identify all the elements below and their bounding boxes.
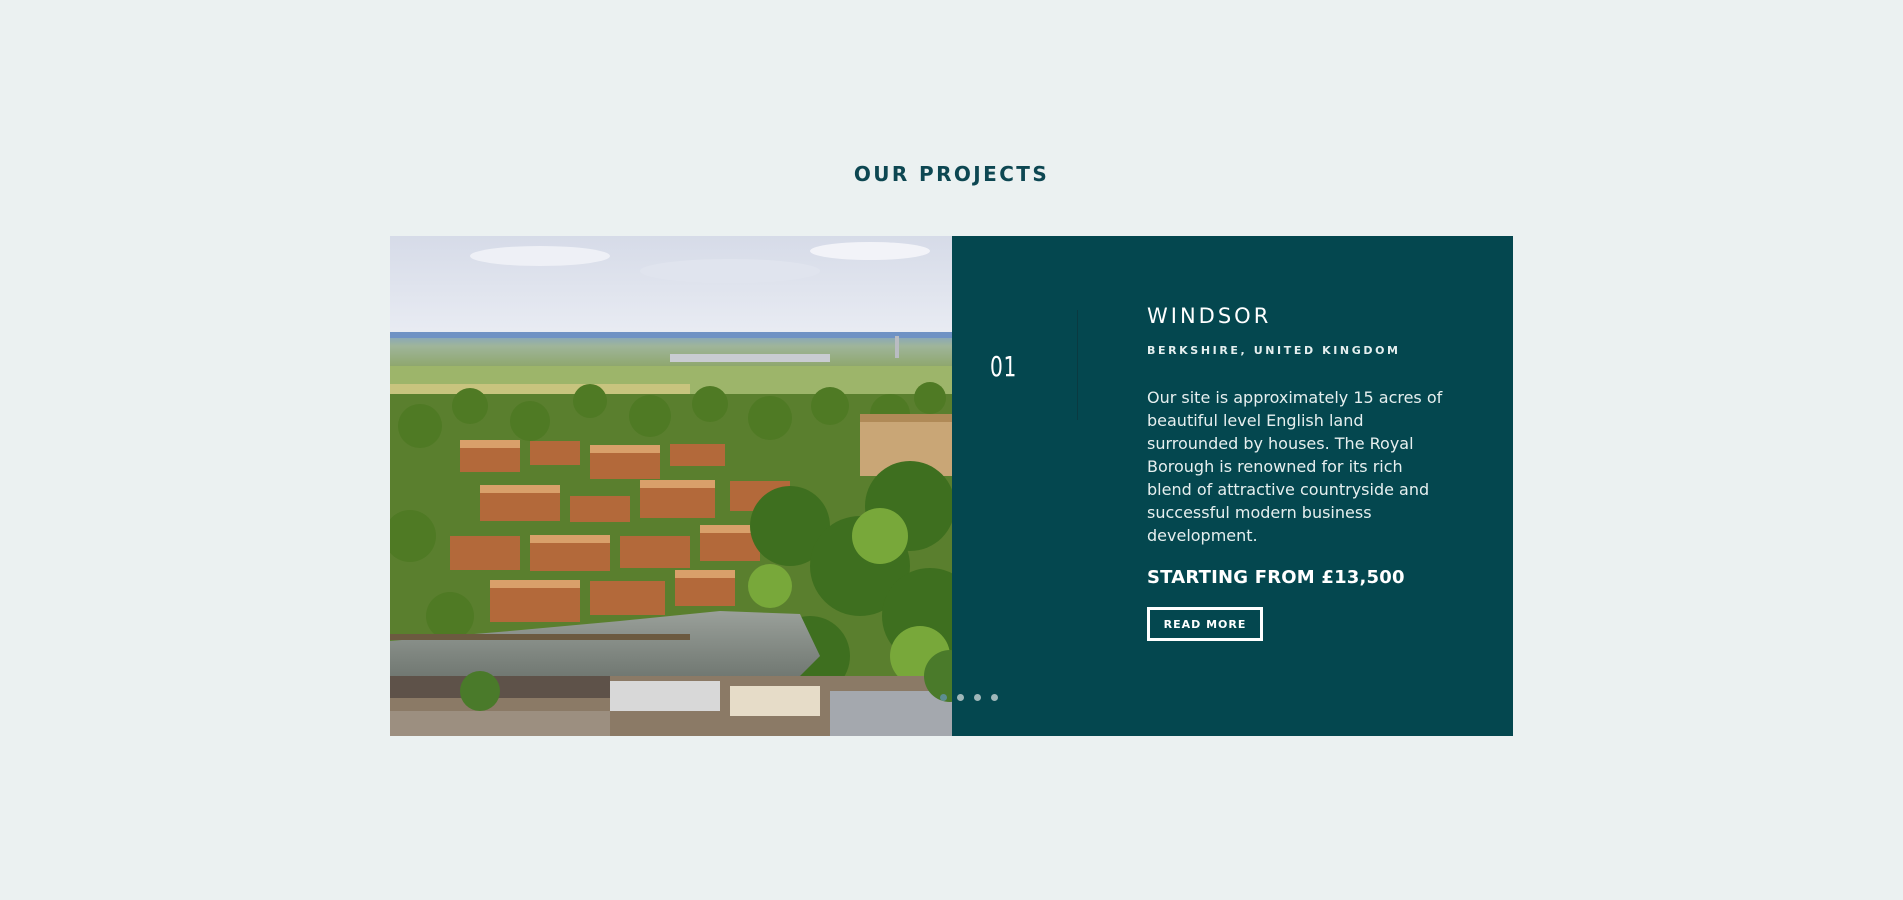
- project-info-panel: 01 WINDSOR BERKSHIRE, UNITED KINGDOM Our…: [952, 236, 1513, 736]
- project-price: STARTING FROM £13,500: [1147, 567, 1405, 588]
- slider-pagination: [940, 694, 998, 701]
- read-more-button[interactable]: READ MORE: [1147, 607, 1263, 641]
- project-photo: [390, 236, 952, 736]
- slider-dot-2[interactable]: [957, 694, 964, 701]
- project-title: WINDSOR: [1147, 304, 1272, 328]
- project-description: Our site is approximately 15 acres of be…: [1147, 388, 1443, 545]
- project-location: BERKSHIRE, UNITED KINGDOM: [1147, 344, 1401, 357]
- divider: [1077, 310, 1078, 420]
- slider-dot-1[interactable]: [940, 694, 947, 701]
- project-number: 01: [990, 350, 1018, 383]
- slider-dot-4[interactable]: [991, 694, 998, 701]
- slider-dot-3[interactable]: [974, 694, 981, 701]
- section-title: OUR PROJECTS: [853, 162, 1050, 186]
- project-photo-image: [390, 236, 952, 736]
- project-card: 01 WINDSOR BERKSHIRE, UNITED KINGDOM Our…: [390, 236, 1513, 736]
